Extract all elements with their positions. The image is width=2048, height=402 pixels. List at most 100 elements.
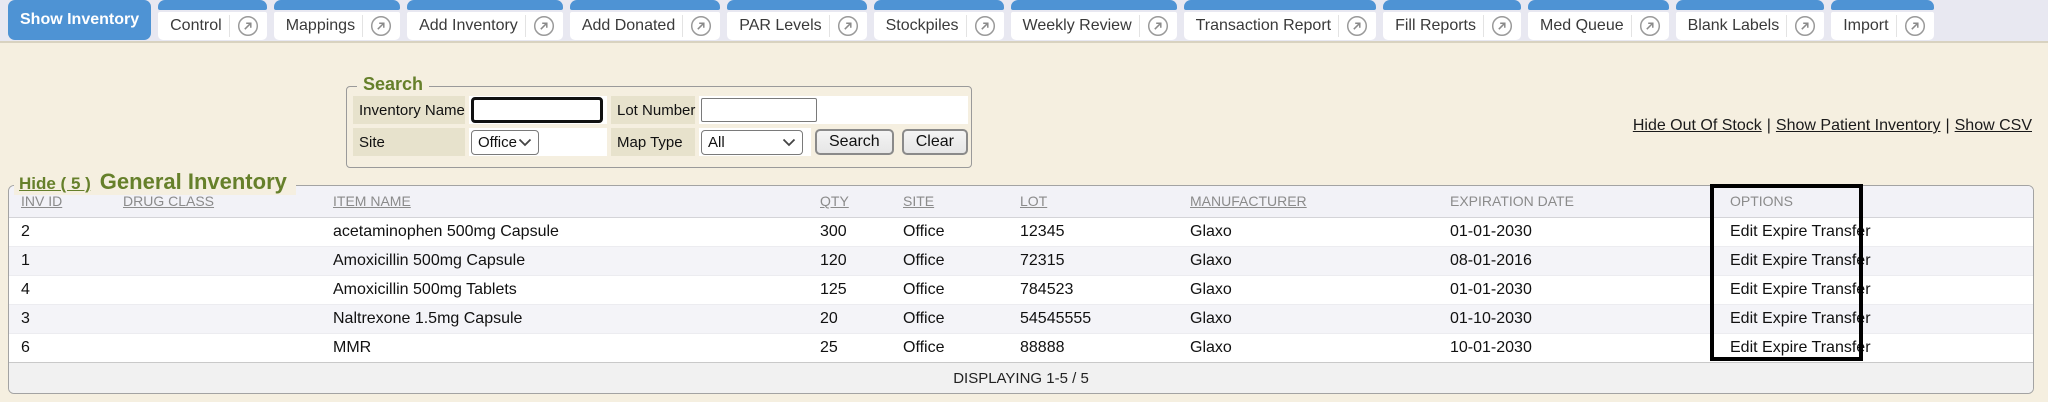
cell-expiration-date: 10-01-2030 xyxy=(1438,333,1718,362)
tab-bar: Show Inventory Control Mappings Add Inve… xyxy=(0,0,2048,43)
cell-expiration-date: 01-01-2030 xyxy=(1438,217,1718,246)
transfer-action[interactable]: Transfer xyxy=(1812,281,1871,298)
open-in-new-icon[interactable] xyxy=(370,15,392,37)
clear-button[interactable]: Clear xyxy=(902,129,968,155)
chevron-down-icon xyxy=(518,134,532,151)
transfer-action[interactable]: Transfer xyxy=(1812,223,1871,240)
col-lot[interactable]: LOT xyxy=(1008,186,1178,217)
col-options: OPTIONS xyxy=(1718,186,2033,217)
expire-action[interactable]: Expire xyxy=(1762,252,1807,269)
tab-cap xyxy=(1011,0,1177,10)
tab-label: Add Inventory xyxy=(419,17,518,35)
edit-action[interactable]: Edit xyxy=(1730,310,1758,327)
site-label: Site xyxy=(353,128,465,156)
open-in-new-icon[interactable] xyxy=(1639,15,1661,37)
open-in-new-icon[interactable] xyxy=(1491,15,1513,37)
divider xyxy=(1631,15,1632,37)
transfer-action[interactable]: Transfer xyxy=(1812,339,1871,356)
map-type-select[interactable]: All xyxy=(701,130,803,155)
table-row: 4 Amoxicillin 500mg Tablets 125 Office 7… xyxy=(9,275,2033,304)
cell-lot: 784523 xyxy=(1008,275,1178,304)
tab-blank-labels[interactable]: Blank Labels xyxy=(1676,0,1825,40)
open-in-new-icon[interactable] xyxy=(1794,15,1816,37)
divider xyxy=(525,15,526,37)
show-csv-link[interactable]: Show CSV xyxy=(1955,117,2032,134)
tab-label: Fill Reports xyxy=(1395,17,1476,35)
col-item-name[interactable]: ITEM NAME xyxy=(321,186,808,217)
show-patient-inventory-link[interactable]: Show Patient Inventory xyxy=(1776,117,1941,134)
edit-action[interactable]: Edit xyxy=(1730,339,1758,356)
cell-qty: 300 xyxy=(808,217,891,246)
search-button[interactable]: Search xyxy=(815,129,894,155)
open-in-new-icon[interactable] xyxy=(837,15,859,37)
transfer-action[interactable]: Transfer xyxy=(1812,310,1871,327)
divider xyxy=(362,15,363,37)
open-in-new-icon[interactable] xyxy=(1904,15,1926,37)
tab-med-queue[interactable]: Med Queue xyxy=(1528,0,1669,40)
col-site[interactable]: SITE xyxy=(891,186,1008,217)
tab-label: Show Inventory xyxy=(20,11,139,29)
cell-site: Office xyxy=(891,304,1008,333)
cell-expiration-date: 01-01-2030 xyxy=(1438,275,1718,304)
open-in-new-icon[interactable] xyxy=(690,15,712,37)
tab-fill-reports[interactable]: Fill Reports xyxy=(1383,0,1521,40)
open-in-new-icon[interactable] xyxy=(533,15,555,37)
cell-options: Edit Expire Transfer xyxy=(1718,217,2033,246)
transfer-action[interactable]: Transfer xyxy=(1812,252,1871,269)
col-manufacturer[interactable]: MANUFACTURER xyxy=(1178,186,1438,217)
cell-drug-class xyxy=(111,304,321,333)
tab-add-donated[interactable]: Add Donated xyxy=(570,0,720,40)
cell-lot: 12345 xyxy=(1008,217,1178,246)
cell-drug-class xyxy=(111,333,321,362)
tab-label: Mappings xyxy=(286,17,355,35)
open-in-new-icon[interactable] xyxy=(1147,15,1169,37)
table-row: 6 MMR 25 Office 88888 Glaxo 10-01-2030 E… xyxy=(9,333,2033,362)
tab-label: Weekly Review xyxy=(1023,17,1132,35)
tab-add-inventory[interactable]: Add Inventory xyxy=(407,0,563,40)
cell-expiration-date: 08-01-2016 xyxy=(1438,246,1718,275)
general-inventory-panel: Hide ( 5 ) General Inventory INV ID DRUG… xyxy=(8,185,2034,394)
expire-action[interactable]: Expire xyxy=(1762,223,1807,240)
hide-out-of-stock-link[interactable]: Hide Out Of Stock xyxy=(1633,117,1762,134)
cell-manufacturer: Glaxo xyxy=(1178,304,1438,333)
table-row: 1 Amoxicillin 500mg Capsule 120 Office 7… xyxy=(9,246,2033,275)
edit-action[interactable]: Edit xyxy=(1730,281,1758,298)
cell-manufacturer: Glaxo xyxy=(1178,275,1438,304)
open-in-new-icon[interactable] xyxy=(237,15,259,37)
tab-transaction-report[interactable]: Transaction Report xyxy=(1184,0,1376,40)
divider xyxy=(1338,15,1339,37)
tab-label: PAR Levels xyxy=(739,17,821,35)
tab-par-levels[interactable]: PAR Levels xyxy=(727,0,866,40)
tab-weekly-review[interactable]: Weekly Review xyxy=(1011,0,1177,40)
expire-action[interactable]: Expire xyxy=(1762,281,1807,298)
edit-action[interactable]: Edit xyxy=(1730,223,1758,240)
table-header-row: INV ID DRUG CLASS ITEM NAME QTY SITE LOT… xyxy=(9,186,2033,217)
cell-inv-id: 1 xyxy=(9,246,111,275)
table-row: 3 Naltrexone 1.5mg Capsule 20 Office 545… xyxy=(9,304,2033,333)
quick-links: Hide Out Of Stock | Show Patient Inventory… xyxy=(1633,117,2032,135)
cell-inv-id: 3 xyxy=(9,304,111,333)
cell-drug-class xyxy=(111,217,321,246)
separator: | xyxy=(1767,117,1771,134)
col-qty[interactable]: QTY xyxy=(808,186,891,217)
tab-mappings[interactable]: Mappings xyxy=(274,0,400,40)
divider xyxy=(682,15,683,37)
expire-action[interactable]: Expire xyxy=(1762,339,1807,356)
divider xyxy=(1139,15,1140,37)
tab-control[interactable]: Control xyxy=(158,0,267,40)
tab-show-inventory[interactable]: Show Inventory xyxy=(8,0,151,40)
site-select[interactable]: Office xyxy=(471,130,539,155)
edit-action[interactable]: Edit xyxy=(1730,252,1758,269)
open-in-new-icon[interactable] xyxy=(1346,15,1368,37)
tab-import[interactable]: Import xyxy=(1831,0,1933,40)
expire-action[interactable]: Expire xyxy=(1762,310,1807,327)
divider xyxy=(229,15,230,37)
tab-stockpiles[interactable]: Stockpiles xyxy=(874,0,1004,40)
tab-label: Transaction Report xyxy=(1196,17,1331,35)
tab-label: Stockpiles xyxy=(886,17,959,35)
inventory-name-input[interactable] xyxy=(471,97,603,123)
lot-number-input[interactable] xyxy=(701,98,817,122)
hide-link[interactable]: Hide ( 5 ) xyxy=(19,174,91,194)
open-in-new-icon[interactable] xyxy=(974,15,996,37)
tab-cap xyxy=(158,0,267,10)
